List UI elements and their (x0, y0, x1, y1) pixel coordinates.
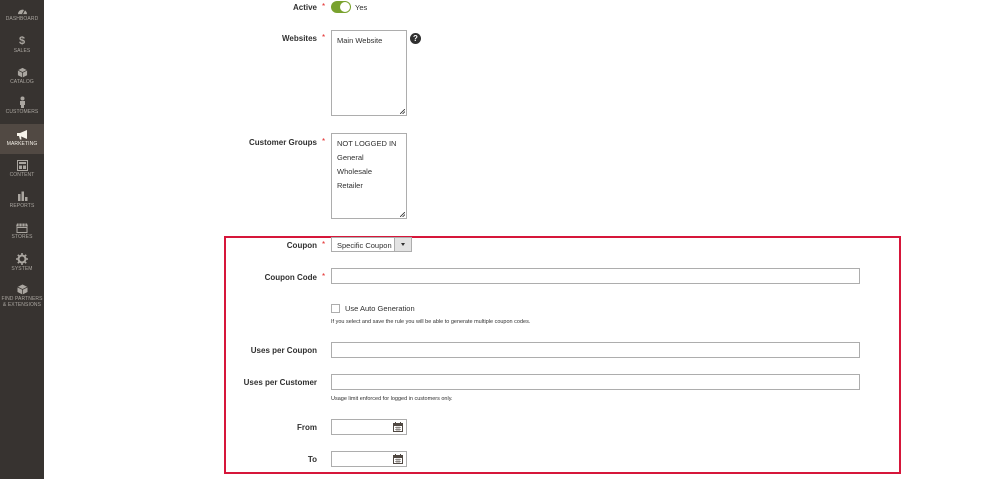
resize-handle-icon[interactable] (400, 109, 405, 114)
help-icon[interactable]: ? (410, 33, 421, 44)
coupon-label: Coupon (286, 241, 317, 250)
megaphone-icon (16, 130, 27, 140)
uses-per-coupon-input[interactable] (331, 342, 860, 358)
customer-group-option[interactable]: Wholesale (337, 165, 401, 179)
required-marker: * (322, 137, 326, 146)
nav-reports[interactable]: REPORTS (0, 191, 44, 209)
calendar-icon[interactable] (393, 454, 403, 464)
to-label: To (307, 455, 317, 464)
store-icon (16, 223, 28, 233)
toggle-knob (340, 2, 350, 12)
use-auto-generation-checkbox[interactable] (331, 304, 340, 313)
gear-icon (16, 253, 28, 265)
required-marker: * (322, 240, 326, 249)
required-marker: * (322, 33, 326, 42)
nav-customers[interactable]: CUSTOMERS (0, 96, 44, 115)
uses-per-customer-note: Usage limit enforced for logged in custo… (331, 396, 453, 402)
chevron-down-icon[interactable] (394, 238, 411, 251)
websites-multiselect[interactable]: Main Website (331, 30, 407, 116)
nav-label-line2: & EXTENSIONS (2, 302, 42, 308)
dollar-icon: $ (18, 35, 26, 47)
nav-find-partners[interactable]: FIND PARTNERS & EXTENSIONS (0, 284, 44, 308)
nav-label: STORES (11, 234, 33, 240)
cube-icon (17, 67, 27, 78)
required-marker: * (322, 272, 326, 281)
required-marker: * (322, 2, 326, 11)
layout-icon (16, 160, 28, 171)
website-option[interactable]: Main Website (337, 34, 401, 48)
coupon-code-label: Coupon Code (264, 273, 317, 282)
customer-groups-label: Customer Groups (248, 138, 317, 147)
nav-label: DASHBOARD (5, 16, 39, 22)
nav-sales[interactable]: $ SALES (0, 35, 44, 55)
nav-label: SYSTEM (11, 266, 33, 272)
nav-label: CUSTOMERS (5, 109, 39, 115)
nav-catalog[interactable]: CATALOG (0, 67, 44, 85)
websites-label: Websites (282, 34, 317, 43)
from-label: From (297, 423, 317, 432)
active-value: Yes (355, 3, 368, 12)
extensions-icon (16, 284, 28, 295)
customer-group-option[interactable]: NOT LOGGED IN (337, 137, 401, 151)
person-icon (19, 96, 25, 108)
coupon-select[interactable]: Specific Coupon (331, 237, 412, 252)
nav-system[interactable]: SYSTEM (0, 253, 44, 272)
coupon-code-input[interactable] (331, 268, 860, 284)
customer-group-option[interactable]: General (337, 151, 401, 165)
nav-content[interactable]: CONTENT (0, 160, 44, 178)
use-auto-generation-label: Use Auto Generation (345, 304, 415, 313)
uses-per-customer-label: Uses per Customer (243, 378, 317, 387)
dashboard-icon (17, 9, 27, 15)
nav-label: CATALOG (10, 79, 34, 85)
from-date-input[interactable] (331, 419, 407, 435)
resize-handle-icon[interactable] (400, 212, 405, 217)
bar-chart-icon (17, 191, 27, 201)
active-toggle[interactable] (331, 1, 351, 13)
uses-per-customer-input[interactable] (331, 374, 860, 390)
coupon-select-value: Specific Coupon (337, 241, 392, 250)
uses-per-coupon-label: Uses per Coupon (250, 346, 317, 355)
customer-group-option[interactable]: Retailer (337, 179, 401, 193)
active-label: Active (292, 3, 317, 12)
nav-label: SALES (13, 48, 31, 54)
nav-marketing[interactable]: MARKETING (0, 124, 44, 154)
customer-groups-multiselect[interactable]: NOT LOGGED IN General Wholesale Retailer (331, 133, 407, 219)
nav-stores[interactable]: STORES (0, 223, 44, 240)
to-date-input[interactable] (331, 451, 407, 467)
nav-label: CONTENT (9, 172, 35, 178)
nav-label: REPORTS (9, 203, 35, 209)
auto-generation-note: If you select and save the rule you will… (331, 319, 531, 325)
nav-dashboard[interactable]: DASHBOARD (0, 6, 44, 22)
calendar-icon[interactable] (393, 422, 403, 432)
nav-label: MARKETING (6, 141, 38, 147)
admin-sidebar: DASHBOARD $ SALES CATALOG CUSTOMERS MARK… (0, 0, 44, 479)
